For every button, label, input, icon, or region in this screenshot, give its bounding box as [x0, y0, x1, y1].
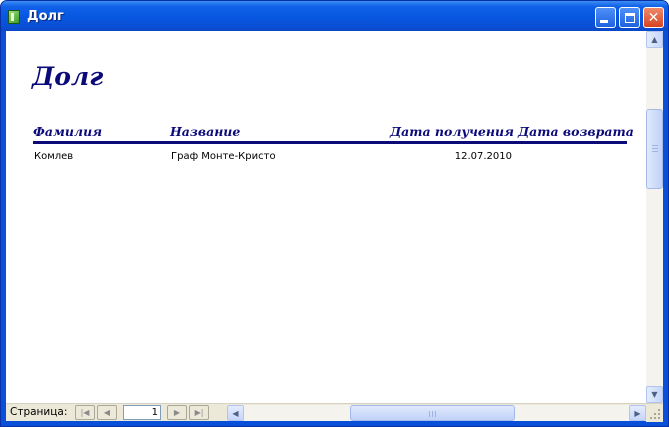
minimize-icon: [600, 20, 608, 23]
window-title: Долг: [27, 9, 64, 24]
vertical-scrollbar[interactable]: ▲ ▼: [646, 31, 663, 403]
horizontal-scrollbar[interactable]: ◀ ▶: [227, 405, 646, 421]
grip-line: [432, 411, 433, 417]
report-title: Долг: [32, 62, 104, 91]
prev-page-icon: ◀: [103, 408, 111, 417]
column-header-return-date: Дата возврата: [518, 124, 634, 139]
close-button[interactable]: ✕: [643, 7, 664, 28]
maximize-icon: [624, 12, 635, 23]
cell-received-date: 12.07.2010: [454, 151, 512, 162]
first-page-button[interactable]: |◀: [75, 405, 95, 420]
scroll-right-button[interactable]: ▶: [629, 405, 646, 421]
column-header-title: Название: [170, 124, 241, 139]
horizontal-scroll-thumb[interactable]: [350, 405, 515, 421]
scroll-down-button[interactable]: ▼: [646, 386, 663, 403]
grip-line: [652, 145, 658, 146]
close-icon: ✕: [647, 9, 660, 26]
previous-page-button[interactable]: ◀: [97, 405, 117, 420]
arrow-down-icon: ▼: [651, 390, 658, 399]
arrow-left-icon: ◀: [232, 408, 239, 418]
app-icon: [8, 10, 20, 24]
grip-line: [652, 148, 658, 149]
column-header-received-date: Дата получения: [390, 124, 514, 139]
header-divider: [33, 141, 627, 144]
first-page-icon: |◀: [80, 408, 90, 417]
next-page-button[interactable]: ▶: [167, 405, 187, 420]
report-preview: Долг Фамилия Название Дата получения Дат…: [6, 31, 646, 403]
scroll-up-button[interactable]: ▲: [646, 31, 663, 48]
maximize-button[interactable]: [619, 7, 640, 28]
page-label: Страница:: [10, 406, 68, 418]
grip-line: [429, 411, 430, 417]
report-window: Долг ✕ Долг Фамилия Название Дата получе…: [0, 0, 669, 427]
arrow-up-icon: ▲: [651, 35, 658, 44]
navigation-bar: Страница: |◀ ◀ 1 ▶ ▶| ◀ ▶: [6, 403, 663, 422]
next-page-icon: ▶: [173, 408, 181, 417]
minimize-button[interactable]: [595, 7, 616, 28]
grip-line: [652, 151, 658, 152]
scroll-left-button[interactable]: ◀: [227, 405, 244, 421]
title-bar[interactable]: Долг ✕: [1, 1, 668, 31]
arrow-right-icon: ▶: [634, 408, 641, 418]
resize-grip-icon[interactable]: [646, 404, 663, 422]
vertical-scroll-thumb[interactable]: [646, 109, 663, 189]
window-client: Долг Фамилия Название Дата получения Дат…: [6, 31, 663, 422]
cell-surname: Комлев: [34, 151, 74, 162]
cell-book-title: Граф Монте-Кристо: [171, 151, 276, 162]
last-page-button[interactable]: ▶|: [189, 405, 209, 420]
column-header-surname: Фамилия: [33, 124, 103, 139]
grip-line: [435, 411, 436, 417]
last-page-icon: ▶|: [194, 408, 204, 417]
page-number-input[interactable]: 1: [123, 405, 161, 420]
